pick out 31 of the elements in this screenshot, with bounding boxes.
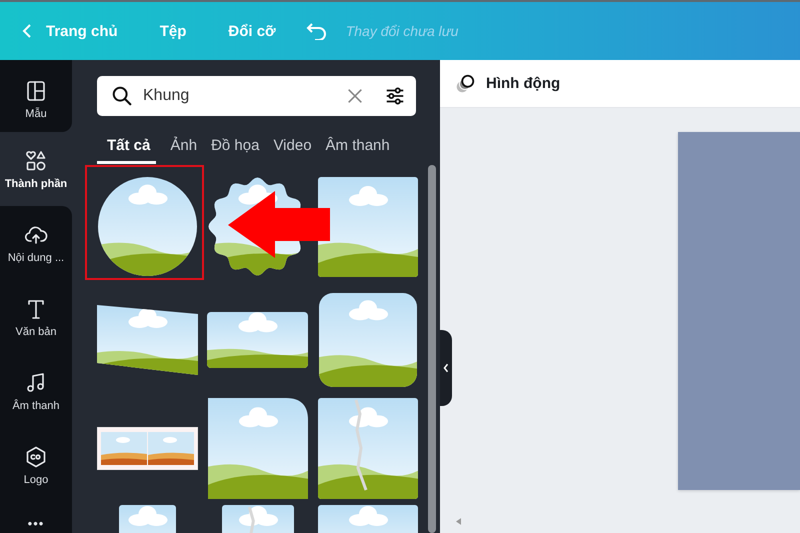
- save-status: Thay đổi chưa lưu: [346, 23, 458, 39]
- animation-icon[interactable]: [454, 72, 476, 94]
- scroll-left-icon[interactable]: [456, 518, 461, 525]
- frame-thumbnail[interactable]: [318, 292, 418, 388]
- animate-button[interactable]: Hình động: [486, 75, 560, 92]
- frame-thumbnail[interactable]: [318, 176, 418, 276]
- sidebar-item[interactable]: Văn bản: [0, 280, 72, 354]
- sidebar-item[interactable]: Nội dung ...: [0, 206, 72, 280]
- frame-thumbnail[interactable]: [207, 312, 308, 368]
- collapse-handle[interactable]: [440, 330, 452, 406]
- back-icon: [22, 23, 32, 39]
- sidebar-item[interactable]: Mẫu: [0, 60, 72, 132]
- category-tab[interactable]: Ảnh: [170, 132, 198, 164]
- filter-icon[interactable]: [384, 85, 406, 107]
- sidebar-item[interactable]: Âm thanh: [0, 354, 72, 428]
- sidebar-item[interactable]: •••: [0, 502, 72, 533]
- frame-thumbnail[interactable]: [97, 426, 198, 470]
- search-field[interactable]: Khung: [97, 76, 416, 116]
- category-tab[interactable]: Âm thanh: [326, 132, 390, 164]
- shapes-icon: [24, 148, 48, 172]
- category-tab[interactable]: Tất cả: [97, 132, 156, 164]
- category-tab[interactable]: Video: [273, 132, 312, 164]
- frame-thumbnail[interactable]: [208, 398, 308, 498]
- category-tab[interactable]: Đồ họa: [211, 132, 260, 164]
- logo-icon: [24, 444, 48, 468]
- scrollbar[interactable]: [428, 165, 436, 533]
- frame-thumbnail[interactable]: [318, 398, 418, 498]
- undo-icon[interactable]: [306, 22, 328, 40]
- sidebar-item[interactable]: Logo: [0, 428, 72, 502]
- layout-icon: [24, 78, 48, 102]
- close-icon[interactable]: [346, 87, 364, 105]
